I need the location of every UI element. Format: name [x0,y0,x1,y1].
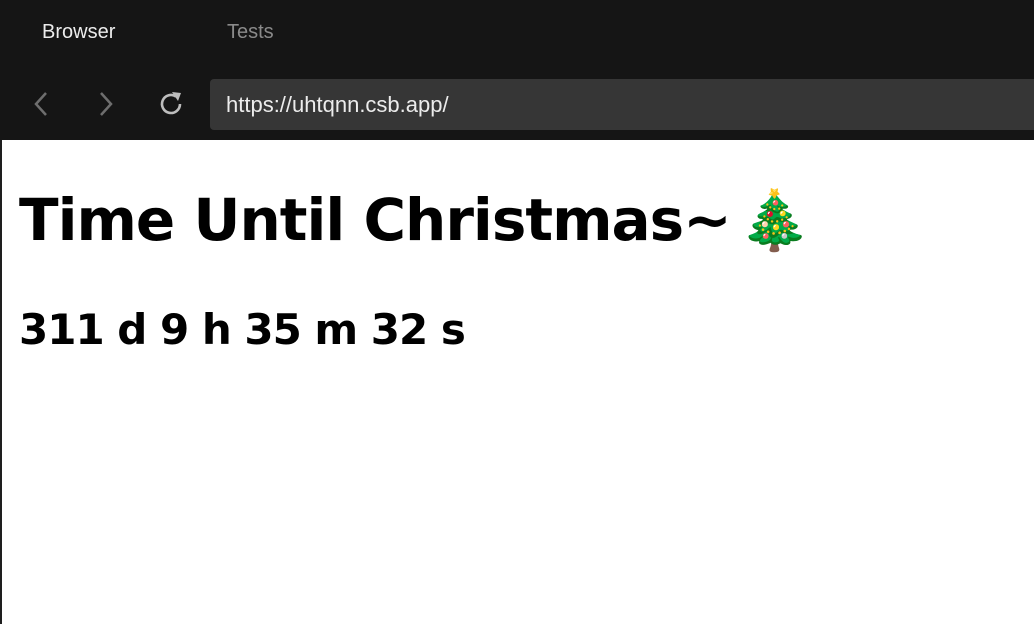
tab-tests[interactable]: Tests [227,21,274,44]
chevron-left-icon [34,92,47,116]
browser-nav-bar: https://uhtqnn.csb.app/ [0,70,1034,140]
countdown-text: 311 d 9 h 35 m 32 s [19,305,466,354]
forward-button[interactable] [85,84,125,124]
back-button[interactable] [22,84,62,124]
address-bar[interactable]: https://uhtqnn.csb.app/ [210,79,1034,130]
address-bar-url[interactable]: https://uhtqnn.csb.app/ [226,92,449,118]
page-title: Time Until Christmas~ 🎄 [19,186,811,255]
christmas-tree-icon: 🎄 [738,186,811,254]
reload-icon [160,92,182,115]
chevron-right-icon [100,92,113,116]
tab-browser[interactable]: Browser [42,21,115,44]
page-viewport: Time Until Christmas~ 🎄 311 d 9 h 35 m 32… [0,140,1034,624]
page-title-text: Time Until Christmas~ [19,186,732,254]
browser-tab-bar: Browser Tests [0,0,1034,70]
reload-button[interactable] [151,84,191,124]
